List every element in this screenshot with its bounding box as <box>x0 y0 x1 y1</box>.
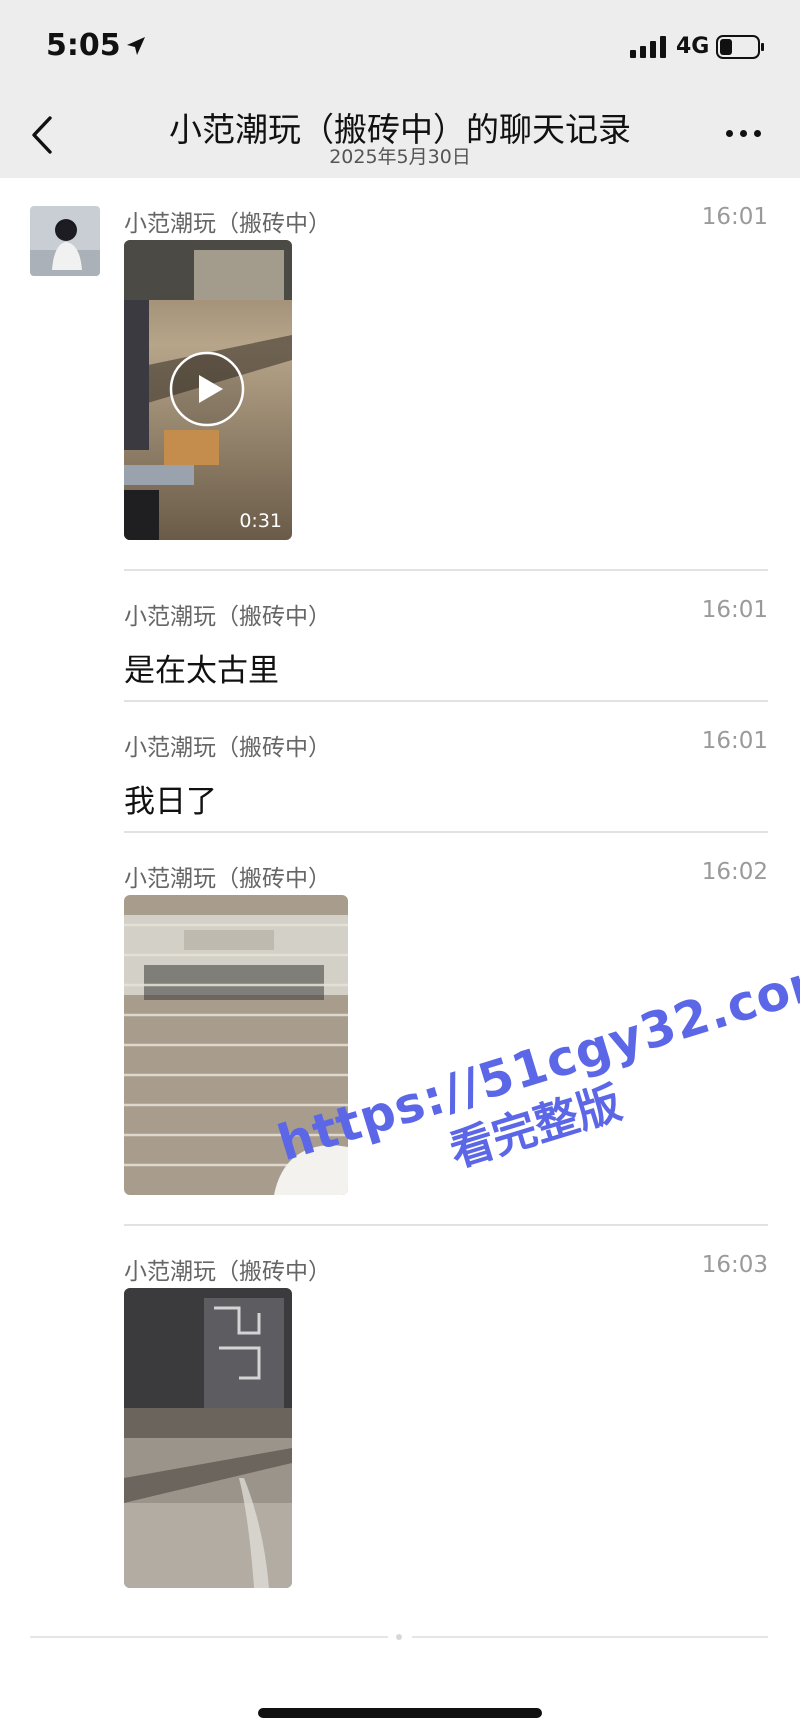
location-arrow-icon <box>127 37 145 55</box>
message-text[interactable]: 我日了 <box>124 776 217 821</box>
list-item: 小范潮玩（搬砖中） 16:01 是在太古里 <box>124 597 768 689</box>
message-time: 16:01 <box>701 204 768 230</box>
video-thumbnail[interactable]: 0:31 <box>124 240 292 540</box>
divider <box>412 1636 768 1638</box>
message-time: 16:01 <box>701 728 768 754</box>
message-time: 16:01 <box>701 597 768 623</box>
sender-name: 小范潮玩（搬砖中） <box>124 604 331 630</box>
message-text[interactable]: 是在太古里 <box>124 645 279 690</box>
sender-name: 小范潮玩（搬砖中） <box>124 866 331 892</box>
battery-icon <box>716 35 764 59</box>
divider <box>124 1224 768 1226</box>
signal-icon <box>630 36 666 58</box>
video-duration: 0:31 <box>239 510 282 532</box>
list-item: 小范潮玩（搬砖中） 16:03 <box>124 1252 768 1592</box>
list-item: 小范潮玩（搬砖中） 16:01 0:31 <box>124 204 768 544</box>
list-item: 小范潮玩（搬砖中） 16:02 <box>124 859 768 1199</box>
divider-dot <box>396 1634 402 1640</box>
top-bar: 5:05 4G 小范潮玩（搬砖中）的聊天记录 2025年5月30日 <box>0 0 800 178</box>
avatar[interactable] <box>30 206 100 276</box>
page-subtitle-date: 2025年5月30日 <box>329 146 471 168</box>
sender-name: 小范潮玩（搬砖中） <box>124 1259 331 1285</box>
network-type: 4G <box>676 34 710 59</box>
divider <box>124 569 768 571</box>
message-time: 16:03 <box>701 1252 768 1278</box>
image-thumbnail[interactable] <box>124 1288 292 1588</box>
list-item: 小范潮玩（搬砖中） 16:01 我日了 <box>124 728 768 820</box>
home-indicator[interactable] <box>258 1708 542 1718</box>
sender-name: 小范潮玩（搬砖中） <box>124 735 331 761</box>
divider <box>30 1636 388 1638</box>
play-icon[interactable] <box>168 350 246 428</box>
divider <box>124 700 768 702</box>
status-time: 5:05 <box>46 28 121 63</box>
divider <box>124 831 768 833</box>
more-dots-icon[interactable] <box>722 118 764 148</box>
message-time: 16:02 <box>701 859 768 885</box>
sender-name: 小范潮玩（搬砖中） <box>124 211 331 237</box>
image-thumbnail[interactable] <box>124 895 348 1195</box>
